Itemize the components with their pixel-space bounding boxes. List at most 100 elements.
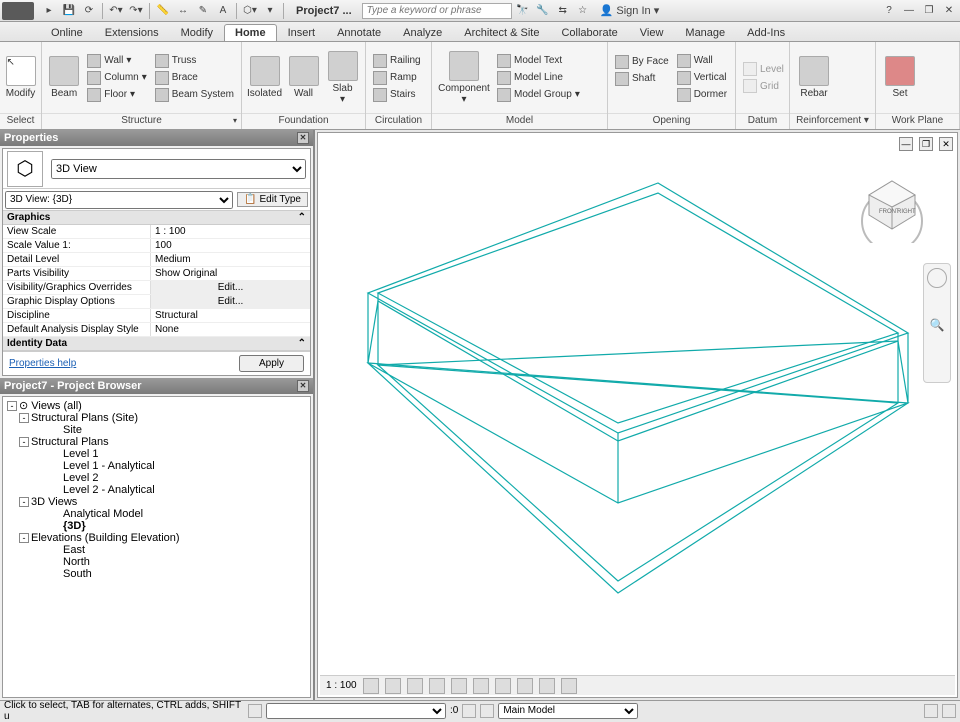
open-wall-button[interactable]: Wall [674,53,730,69]
gdo-edit-button[interactable]: Edit... [151,295,310,308]
grid-button[interactable]: Grid [740,78,787,94]
modeltext-button[interactable]: Model Text [494,53,583,69]
undo-icon[interactable]: ↶▾ [107,2,125,20]
component-button[interactable]: Component▾ [436,48,492,108]
apply-button[interactable]: Apply [239,355,304,372]
sun-icon[interactable] [407,678,423,694]
tab-view[interactable]: View [629,24,675,41]
truss-button[interactable]: Truss [152,53,237,69]
tree-3d[interactable]: 3D Views [31,496,77,508]
beam-button[interactable]: Beam [46,48,82,108]
crop-icon[interactable] [473,678,489,694]
floor-button[interactable]: Floor ▾ [84,87,150,103]
vg-edit-button[interactable]: Edit... [151,281,310,294]
railing-button[interactable]: Railing [370,53,424,69]
tree-l2a[interactable]: Level 2 - Analytical [63,484,155,496]
slab-button[interactable]: Slab▾ [324,48,361,108]
tree-spsite[interactable]: Structural Plans (Site) [31,412,138,424]
exchange-icon[interactable]: ⇆ [554,2,572,20]
ramp-button[interactable]: Ramp [370,70,424,86]
tab-analyze[interactable]: Analyze [392,24,453,41]
hide-icon[interactable] [539,678,555,694]
tab-collaborate[interactable]: Collaborate [550,24,628,41]
column-button[interactable]: Column ▾ [84,70,150,86]
status-r1-icon[interactable] [924,704,938,718]
detail-icon[interactable] [363,678,379,694]
binoculars-icon[interactable]: 🔭 [514,2,532,20]
steering-wheel-icon[interactable] [927,268,947,288]
stairs-button[interactable]: Stairs [370,87,424,103]
tab-annotate[interactable]: Annotate [326,24,392,41]
tab-manage[interactable]: Manage [674,24,736,41]
isolated-button[interactable]: Isolated [246,48,283,108]
rebar-button[interactable]: Rebar [794,48,834,108]
tree-root[interactable]: Views (all) [31,400,82,412]
tab-addins[interactable]: Add-Ins [736,24,796,41]
signin-link[interactable]: 👤 Sign In ▾ [594,4,666,17]
open-icon[interactable]: ▸ [40,2,58,20]
app-logo[interactable] [2,2,34,20]
brace-button[interactable]: Brace [152,70,237,86]
restore-icon[interactable]: ❐ [920,2,938,20]
discipline-field[interactable]: Structural [151,309,310,322]
tree-toggle[interactable]: - [19,533,29,543]
instance-selector[interactable]: 3D View: {3D} [5,191,233,209]
search-input[interactable] [362,3,512,19]
rebar-small2-icon[interactable] [836,79,850,93]
tree-toggle[interactable]: - [19,497,29,507]
tree-south[interactable]: South [63,568,92,580]
wall-button[interactable]: Wall ▾ [84,53,150,69]
zoom-icon[interactable]: 🔍 [929,318,945,334]
tree-l2[interactable]: Level 2 [63,472,98,484]
tree-toggle[interactable]: - [19,413,29,423]
section-graphics[interactable]: Graphics⌃ [3,211,310,225]
tab-extensions[interactable]: Extensions [94,24,170,41]
modelline-button[interactable]: Model Line [494,70,583,86]
status-icon[interactable] [248,704,262,718]
section-icon[interactable]: ▾ [261,2,279,20]
view-scale-field[interactable]: 1 : 100 [151,225,310,238]
help-icon[interactable]: ? [880,2,898,20]
scale-value-field[interactable]: 100 [151,239,310,252]
close-icon[interactable]: ✕ [940,2,958,20]
tree-l1a[interactable]: Level 1 - Analytical [63,460,155,472]
scale-label[interactable]: 1 : 100 [326,680,357,691]
edit-type-button[interactable]: 📋 Edit Type [237,192,308,207]
tree-site[interactable]: Site [63,424,82,436]
view-close-icon[interactable]: ✕ [939,137,953,151]
browser-close-icon[interactable]: ✕ [297,380,309,392]
detail-level-field[interactable]: Medium [151,253,310,266]
level-button[interactable]: Level [740,61,787,77]
tree-toggle[interactable]: - [19,437,29,447]
measure-icon[interactable]: 📏 [154,2,172,20]
text-icon[interactable]: A [214,2,232,20]
dads-field[interactable]: None [151,323,310,336]
status-r2-icon[interactable] [942,704,956,718]
vertical-button[interactable]: Vertical [674,70,730,86]
favorite-icon[interactable]: ☆ [574,2,592,20]
redo-icon[interactable]: ↷▾ [127,2,145,20]
drawing-canvas[interactable]: — ❐ ✕ FRONT RIGHT 🔍 [317,132,958,698]
tab-architect[interactable]: Architect & Site [453,24,550,41]
shadow-icon[interactable] [429,678,445,694]
status-icon3[interactable] [480,704,494,718]
modify-button[interactable]: ↖Modify [4,48,37,108]
rebar-small-icon[interactable] [836,62,850,76]
save-icon[interactable]: 💾 [60,2,78,20]
modelgroup-button[interactable]: Model Group ▾ [494,87,583,103]
tag-icon[interactable]: ✎ [194,2,212,20]
tab-home[interactable]: Home [224,24,277,41]
dormer-button[interactable]: Dormer [674,87,730,103]
type-selector[interactable]: 3D View [51,159,306,179]
sync-icon[interactable]: ⟳ [80,2,98,20]
tree-am[interactable]: Analytical Model [63,508,143,520]
wp-show-icon[interactable] [922,62,936,76]
properties-close-icon[interactable]: ✕ [297,132,309,144]
key-icon[interactable]: 🔧 [534,2,552,20]
crop-show-icon[interactable] [495,678,511,694]
shaft-button[interactable]: Shaft [612,71,672,87]
dim-icon[interactable]: ↔ [174,2,192,20]
tree-current[interactable]: {3D} [63,520,86,532]
tree-north[interactable]: North [63,556,90,568]
tree-l1[interactable]: Level 1 [63,448,98,460]
